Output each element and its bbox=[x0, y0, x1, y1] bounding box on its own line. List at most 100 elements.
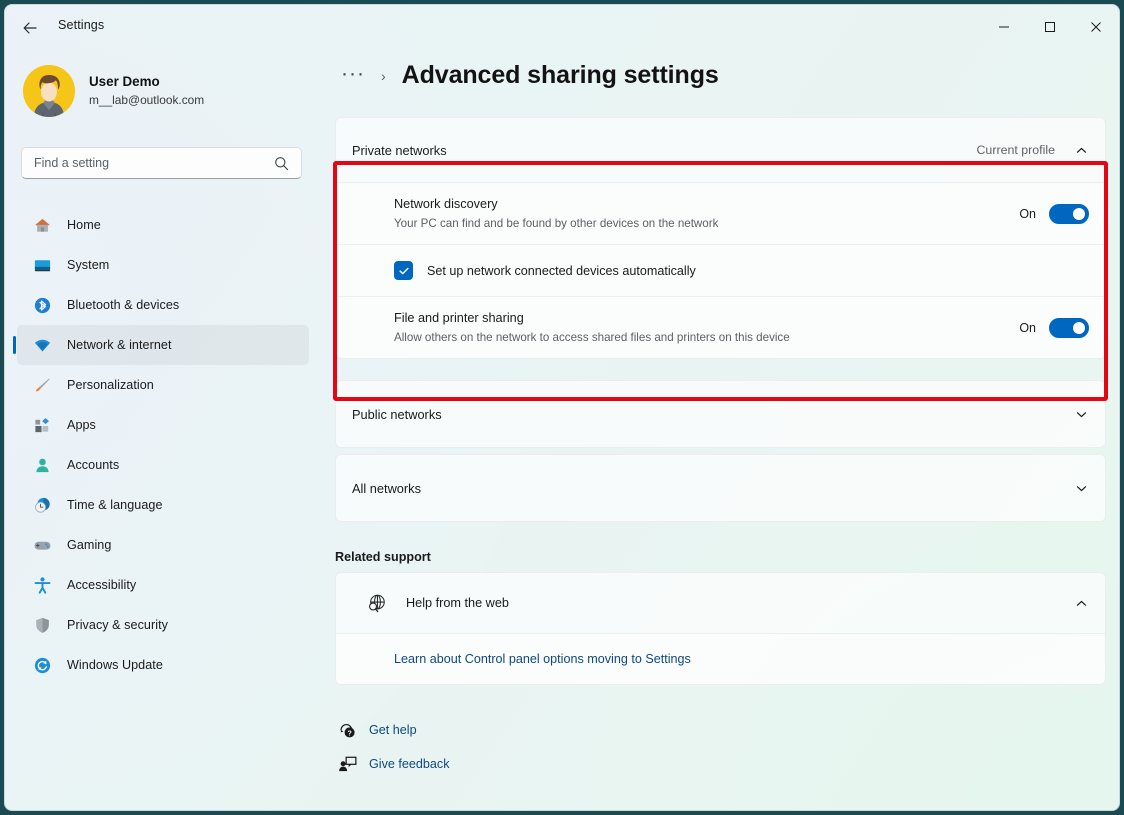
sidebar-item-label: Personalization bbox=[67, 378, 154, 392]
system-icon bbox=[32, 255, 52, 275]
sidebar-item-label: Gaming bbox=[67, 538, 111, 552]
card-title: Public networks bbox=[352, 407, 1055, 422]
sidebar-item-bluetooth[interactable]: Bluetooth & devices bbox=[17, 285, 309, 325]
file-printer-sharing-toggle[interactable] bbox=[1049, 318, 1089, 338]
sidebar-item-label: Network & internet bbox=[67, 338, 172, 352]
sidebar-item-label: Privacy & security bbox=[67, 618, 168, 632]
profile-name: User Demo bbox=[89, 73, 204, 91]
sidebar: User Demo m__lab@outlook.com bbox=[5, 49, 321, 811]
toggle-state-label: On bbox=[1019, 321, 1036, 335]
give-feedback-icon bbox=[337, 754, 357, 774]
chevron-up-icon bbox=[1073, 142, 1089, 158]
window-controls bbox=[981, 5, 1119, 49]
file-printer-sharing-texts: File and printer sharing Allow others on… bbox=[352, 309, 1019, 346]
sidebar-item-label: Accessibility bbox=[67, 578, 136, 592]
sidebar-item-network-internet[interactable]: Network & internet bbox=[17, 325, 309, 365]
minimize-icon bbox=[998, 21, 1010, 33]
chevron-down-icon bbox=[1073, 480, 1089, 496]
footer-link-label: Get help bbox=[369, 723, 417, 737]
maximize-button[interactable] bbox=[1027, 5, 1073, 49]
auto-setup-label: Set up network connected devices automat… bbox=[427, 264, 696, 278]
all-networks-header[interactable]: All networks bbox=[336, 455, 1105, 521]
apps-icon bbox=[32, 415, 52, 435]
main-content: ··· › Advanced sharing settings Private … bbox=[321, 49, 1120, 811]
app-title: Settings bbox=[58, 18, 104, 32]
sidebar-item-label: Time & language bbox=[67, 498, 163, 512]
row-title: File and printer sharing bbox=[394, 309, 1019, 328]
breadcrumb-overflow-button[interactable]: ··· bbox=[333, 60, 373, 88]
bluetooth-icon bbox=[32, 295, 52, 315]
row-subtitle: Your PC can find and be found by other d… bbox=[394, 215, 1019, 232]
row-subtitle: Allow others on the network to access sh… bbox=[394, 329, 1019, 346]
accessibility-icon bbox=[32, 575, 52, 595]
all-networks-card: All networks bbox=[335, 454, 1106, 522]
card-title: Private networks bbox=[352, 143, 976, 158]
toggle-knob bbox=[1073, 208, 1085, 220]
back-arrow-icon bbox=[22, 20, 38, 36]
sidebar-item-label: Windows Update bbox=[67, 658, 163, 672]
chevron-down-icon bbox=[1073, 406, 1089, 422]
account-icon bbox=[32, 455, 52, 475]
public-networks-card: Public networks bbox=[335, 380, 1106, 448]
page-title: Advanced sharing settings bbox=[402, 61, 719, 90]
sidebar-item-personalization[interactable]: Personalization bbox=[17, 365, 309, 405]
help-from-web-card: Help from the web Learn about Control pa… bbox=[335, 572, 1106, 685]
sidebar-item-apps[interactable]: Apps bbox=[17, 405, 309, 445]
sidebar-item-label: Accounts bbox=[67, 458, 119, 472]
private-networks-header[interactable]: Private networks Current profile bbox=[336, 118, 1105, 182]
help-card-title: Help from the web bbox=[406, 596, 1073, 610]
get-help-link[interactable]: ? Get help bbox=[337, 715, 417, 745]
public-networks-header[interactable]: Public networks bbox=[336, 381, 1105, 447]
footer-links: ? Get help Give feedback bbox=[337, 715, 1120, 779]
sidebar-item-time-language[interactable]: Time & language bbox=[17, 485, 309, 525]
give-feedback-link[interactable]: Give feedback bbox=[337, 749, 450, 779]
sidebar-item-system[interactable]: System bbox=[17, 245, 309, 285]
user-avatar-icon bbox=[23, 65, 75, 117]
close-icon bbox=[1090, 21, 1102, 33]
update-icon bbox=[32, 655, 52, 675]
toggle-knob bbox=[1073, 322, 1085, 334]
network-discovery-toggle[interactable] bbox=[1049, 204, 1089, 224]
settings-window: Settings bbox=[4, 4, 1120, 811]
help-from-web-header[interactable]: Help from the web bbox=[336, 573, 1105, 633]
globe-search-icon bbox=[364, 591, 388, 615]
profile-email: m__lab@outlook.com bbox=[89, 92, 204, 109]
search-box[interactable] bbox=[21, 147, 302, 179]
user-profile[interactable]: User Demo m__lab@outlook.com bbox=[23, 65, 204, 117]
title-bar: Settings bbox=[5, 5, 1119, 49]
sidebar-item-accessibility[interactable]: Accessibility bbox=[17, 565, 309, 605]
auto-setup-checkbox-row[interactable]: Set up network connected devices automat… bbox=[336, 244, 1105, 296]
close-button[interactable] bbox=[1073, 5, 1119, 49]
wifi-icon bbox=[32, 335, 52, 355]
back-button[interactable] bbox=[13, 13, 47, 43]
network-discovery-control: On bbox=[1019, 204, 1089, 224]
breadcrumb-separator: › bbox=[377, 68, 390, 84]
gamepad-icon bbox=[32, 535, 52, 555]
card-title: All networks bbox=[352, 481, 1055, 496]
control-panel-learn-link[interactable]: Learn about Control panel options moving… bbox=[394, 652, 691, 666]
toggle-state-label: On bbox=[1019, 207, 1036, 221]
sidebar-item-privacy-security[interactable]: Privacy & security bbox=[17, 605, 309, 645]
sidebar-item-gaming[interactable]: Gaming bbox=[17, 525, 309, 565]
footer-link-label: Give feedback bbox=[369, 757, 450, 771]
sidebar-item-windows-update[interactable]: Windows Update bbox=[17, 645, 309, 685]
file-printer-sharing-control: On bbox=[1019, 318, 1089, 338]
brush-icon bbox=[32, 375, 52, 395]
minimize-button[interactable] bbox=[981, 5, 1027, 49]
sidebar-item-label: Apps bbox=[67, 418, 96, 432]
network-discovery-row: Network discovery Your PC can find and b… bbox=[336, 182, 1105, 244]
home-icon bbox=[32, 215, 52, 235]
auto-setup-checkbox[interactable] bbox=[394, 261, 413, 280]
clock-icon bbox=[32, 495, 52, 515]
search-icon bbox=[274, 156, 301, 171]
sidebar-item-home[interactable]: Home bbox=[17, 205, 309, 245]
network-discovery-texts: Network discovery Your PC can find and b… bbox=[352, 195, 1019, 232]
breadcrumb: ··· › Advanced sharing settings bbox=[333, 61, 719, 90]
check-icon bbox=[398, 265, 410, 277]
current-profile-label: Current profile bbox=[976, 143, 1055, 157]
settings-list: Private networks Current profile Network… bbox=[333, 117, 1120, 783]
maximize-icon bbox=[1044, 21, 1056, 33]
search-input[interactable] bbox=[22, 156, 274, 170]
sidebar-item-accounts[interactable]: Accounts bbox=[17, 445, 309, 485]
avatar bbox=[23, 65, 75, 117]
